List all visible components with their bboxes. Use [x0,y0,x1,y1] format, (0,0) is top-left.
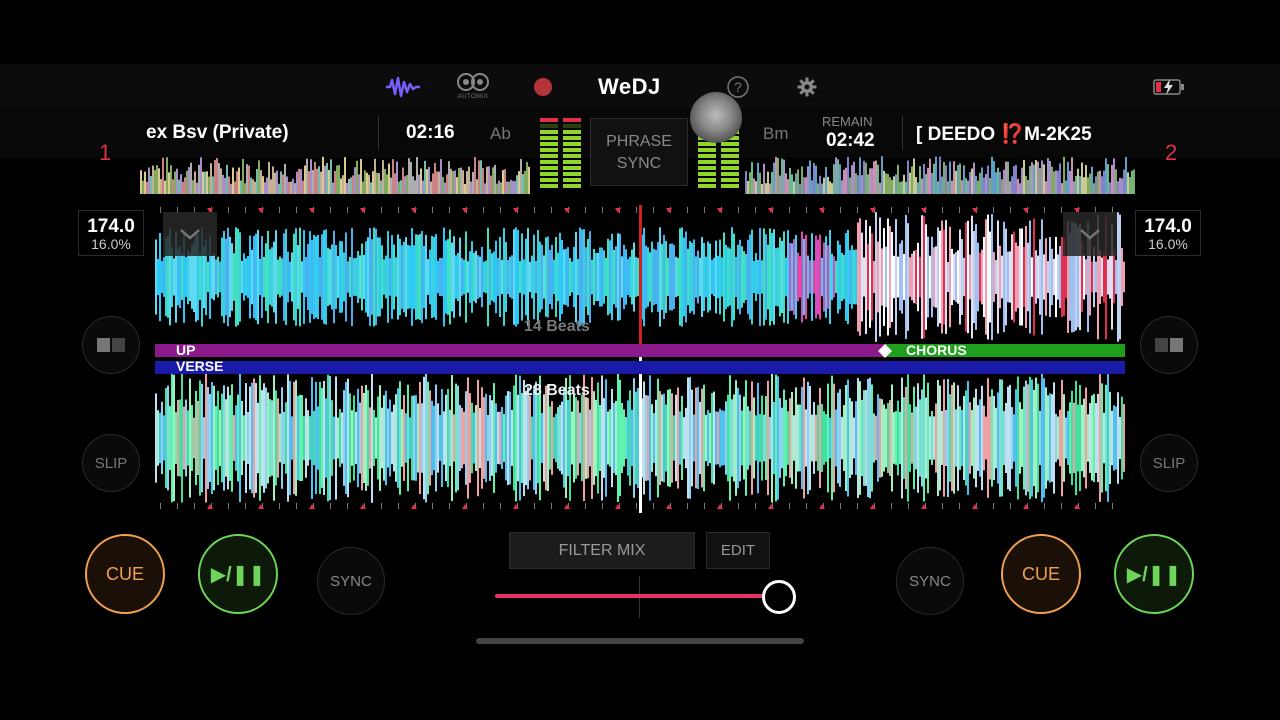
deck-1-beats-countdown: 14 Beats [524,318,590,335]
deck-2-view-toggle-button[interactable] [1140,316,1198,374]
deck-2-play-pause-button[interactable]: ▶/❚❚ [1114,534,1194,614]
deck-1-overview-waveform[interactable] [140,154,530,194]
deck-2-bpm-display[interactable]: 174.0 16.0% [1135,210,1201,256]
deck-2-key: Bm [763,124,789,143]
deck-2-bpm: 174.0 [1144,216,1192,237]
phrase-sync-button[interactable]: PHRASE SYNC [590,118,688,186]
chevron-down-icon [1080,229,1100,240]
deck-2-phrase-label: VERSE [176,358,224,374]
app-brand: WeDJ [598,74,661,99]
deck-2-sync-button[interactable]: SYNC [896,547,964,615]
home-indicator[interactable] [476,638,804,644]
deck-1-level-meter-r [563,118,581,190]
deck-2-overview-waveform[interactable] [745,154,1135,194]
deck-1-pitch: 16.0% [91,236,131,252]
chorus-phrase-label: CHORUS [906,342,967,358]
deck-1-cue-button[interactable]: CUE [85,534,165,614]
deck-2-divider [902,116,903,150]
deck-1-bpm: 174.0 [87,216,135,237]
deck-1-sync-button[interactable]: SYNC [317,547,385,615]
master-volume-knob[interactable] [690,92,742,144]
deck-1-bpm-display[interactable]: 174.0 16.0% [78,210,144,256]
deck-1-collapse-button[interactable] [163,212,217,256]
deck-2-slip-button[interactable]: SLIP [1140,434,1198,492]
phrase-sync-line2: SYNC [616,155,662,172]
deck-1-play-pause-button[interactable]: ▶/❚❚ [198,534,278,614]
deck-2-cue-button[interactable]: CUE [1001,534,1081,614]
deck-2-beats-countdown: 28 Beats [524,382,590,399]
deck-1-number: 1 [99,140,112,165]
deck-1-view-toggle-button[interactable] [82,316,140,374]
deck-2-phrase-bar [155,361,1125,374]
deck-2-remain-time: 02:42 [826,130,875,151]
automix-icon[interactable] [456,70,490,94]
battery-icon [1152,72,1186,102]
deck-1-phrase-label: UP [176,342,196,358]
edit-button[interactable]: EDIT [706,532,770,569]
deck-1-slip-button[interactable]: SLIP [82,434,140,492]
crossfader-handle[interactable] [762,580,796,614]
waveform-icon[interactable] [384,72,422,102]
phrase-marker-icon [878,344,892,358]
deck-2-pitch: 16.0% [1148,236,1188,252]
phrase-sync-line1: PHRASE [606,133,672,150]
main-waveform-area[interactable] [155,205,1125,513]
deck-2-track-title[interactable]: [ DEEDO ⁉️M-2K25 [916,122,1132,146]
layout-toggle-icon [1155,338,1183,352]
svg-text:?: ? [734,79,742,95]
deck-1-key: Ab [490,124,511,143]
chevron-down-icon [180,229,200,240]
record-icon[interactable] [532,72,554,102]
deck-1-time: 02:16 [406,122,455,143]
deck-1-track-title[interactable]: ex Bsv (Private) [146,122,372,144]
deck-2-collapse-button[interactable] [1063,212,1117,256]
deck-2-remain-label: REMAIN [822,114,873,129]
layout-toggle-icon [97,338,125,352]
gear-icon[interactable] [796,72,818,102]
deck-1-level-meter-l [540,118,558,190]
deck-2-number: 2 [1165,140,1178,165]
automix-label: AUTOMIX [457,94,489,100]
deck-1-divider [378,116,379,150]
filter-mix-button[interactable]: FILTER MIX [509,532,695,569]
crossfader-track[interactable] [495,594,779,598]
